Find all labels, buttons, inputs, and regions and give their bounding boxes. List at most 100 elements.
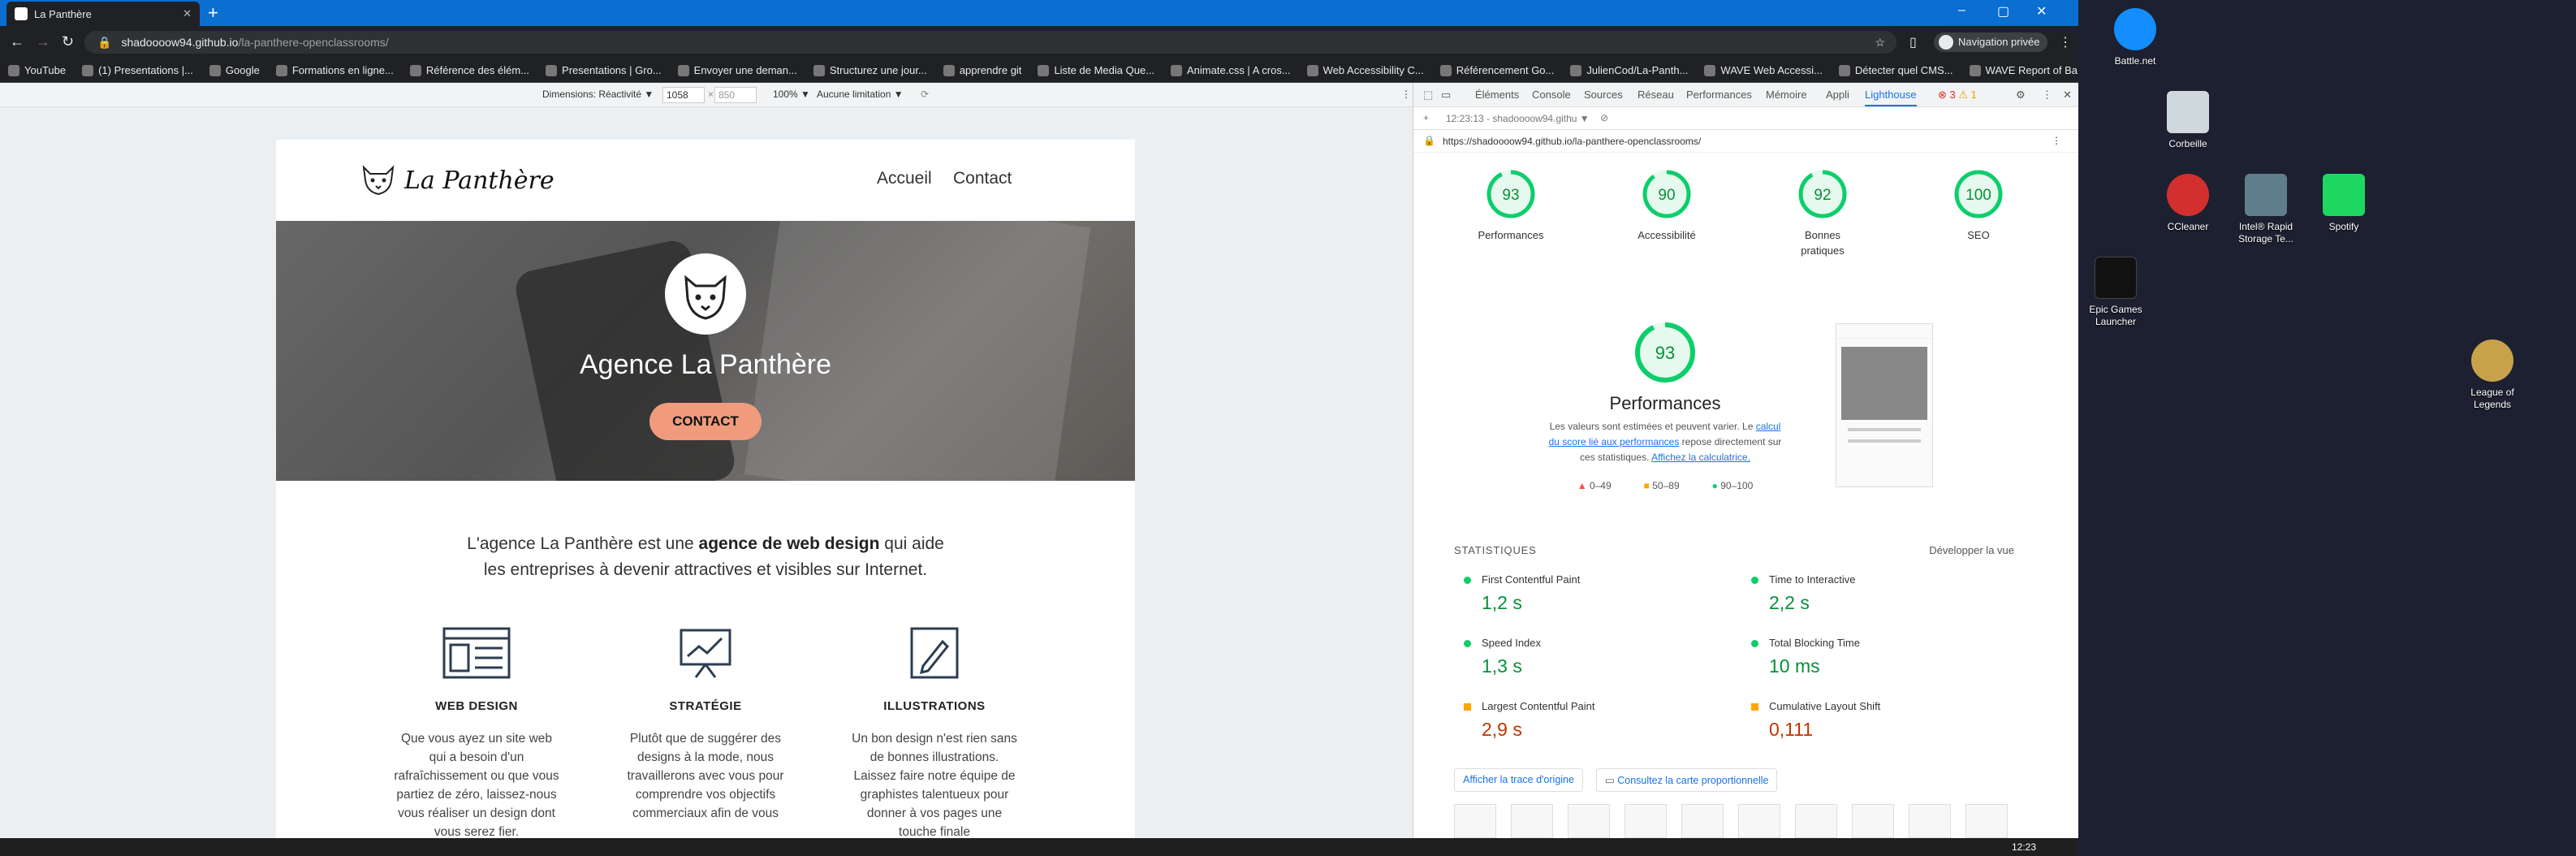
bookmark-item[interactable]: WAVE Report of Ba...	[1969, 64, 2078, 76]
bookmark-item[interactable]: Formations en ligne...	[275, 64, 394, 76]
error-count[interactable]: ⊗ 3 ⚠ 1	[1938, 89, 1977, 102]
times-icon: ×	[708, 89, 714, 100]
bookmark-item[interactable]: Détecter quel CMS...	[1838, 64, 1953, 76]
tab-lighthouse[interactable]: Lighthouse	[1865, 89, 1917, 106]
add-icon[interactable]: +	[1423, 112, 1429, 123]
close-tab-icon[interactable]: ✕	[183, 7, 192, 20]
final-screenshot-thumbnail[interactable]	[1836, 323, 1933, 487]
throttle-select[interactable]: Aucune limitation ▼	[817, 89, 904, 100]
desktop-icon-intel-rst[interactable]: Intel® Rapid Storage Te...	[2233, 174, 2298, 245]
bookmark-item[interactable]: Presentations | Gro...	[546, 64, 662, 76]
device-icon[interactable]: ▭	[1441, 89, 1451, 102]
metric-item: Total Blocking Time 10 ms	[1751, 637, 2019, 677]
tab-elements[interactable]: Éléments	[1475, 89, 1519, 101]
bookmark-item[interactable]: Envoyer une deman...	[677, 64, 797, 76]
bookmark-item[interactable]: Référencement Go...	[1439, 64, 1555, 76]
big-gauge-value: 93	[1655, 343, 1675, 363]
bookmark-label: Formations en ligne...	[291, 64, 394, 76]
desktop-icon-spotify[interactable]: Spotify	[2311, 174, 2376, 233]
tab-la-panthere[interactable]: La Panthère ✕	[6, 2, 200, 26]
reload-icon[interactable]: ↻	[62, 33, 74, 50]
inspect-icon[interactable]: ⬚	[1423, 89, 1433, 102]
score-gauge[interactable]: 93 Performances	[1470, 167, 1551, 243]
private-browsing-badge[interactable]: Navigation privée	[1934, 32, 2048, 52]
desktop-icon-league[interactable]: League of Legends	[2460, 339, 2525, 411]
feature-web-design: WEB DESIGN Que vous ayez un site web qui…	[391, 627, 562, 838]
metric-name: Total Blocking Time	[1751, 637, 2019, 649]
favicon-icon	[15, 7, 28, 20]
bookmark-label: apprendre git	[959, 64, 1022, 76]
bookmark-item[interactable]: (1) Presentations |...	[82, 64, 193, 76]
report-selector[interactable]: 12:23:13 - shadoooow94.githu ▼	[1446, 113, 1590, 124]
minimize-button[interactable]: –	[1958, 3, 1965, 18]
bookmark-item[interactable]: JulienCod/La-Panth...	[1570, 64, 1688, 76]
tab-application[interactable]: Appli	[1826, 89, 1849, 101]
hero-contact-button[interactable]: CONTACT	[649, 403, 762, 440]
bookmark-label: Référencement Go...	[1456, 64, 1555, 76]
metric-item: Largest Contentful Paint 2,9 s	[1464, 700, 1732, 741]
back-icon[interactable]: ←	[10, 33, 24, 50]
rotate-icon[interactable]: ⟳	[921, 89, 929, 100]
thumb-hero	[1841, 347, 1927, 420]
tab-memory[interactable]: Mémoire	[1766, 89, 1807, 101]
intro-line2: les entreprises à devenir attractives et…	[483, 560, 928, 579]
view-trace-button[interactable]: Afficher la trace d'origine	[1454, 768, 1583, 792]
desktop-icon-battlenet[interactable]: Battle.net	[2103, 8, 2168, 67]
score-gauge[interactable]: 92 Bonnes pratiques	[1782, 167, 1863, 258]
maximize-button[interactable]: ▢	[1997, 3, 2009, 19]
panther-logo-icon	[362, 165, 395, 196]
clear-icon[interactable]: ⊘	[1600, 112, 1608, 123]
more-icon[interactable]: ⋮	[1401, 89, 1411, 100]
forward-icon[interactable]: →	[36, 33, 50, 50]
desktop-icon-epic-games[interactable]: Epic Games Launcher	[2083, 257, 2148, 328]
menu-icon[interactable]: ⋮	[2059, 34, 2072, 50]
ccleaner-icon	[2167, 174, 2209, 216]
close-window-button[interactable]: ✕	[2036, 3, 2047, 19]
tab-network[interactable]: Réseau	[1638, 89, 1674, 101]
new-tab-button[interactable]: +	[208, 3, 218, 23]
tab-sources[interactable]: Sources	[1584, 89, 1623, 101]
dimensions-select[interactable]: Dimensions: Réactivité ▼	[542, 89, 654, 100]
bookmark-item[interactable]: Référence des élém...	[409, 64, 529, 76]
bookmark-favicon-icon	[1306, 64, 1318, 76]
metric-name: Largest Contentful Paint	[1464, 700, 1732, 712]
bookmark-item[interactable]: YouTube	[8, 64, 66, 76]
sidepanel-icon[interactable]: ▯	[1909, 34, 1917, 50]
close-devtools-icon[interactable]: ✕	[2063, 89, 2072, 102]
more-icon[interactable]: ⋮	[2042, 89, 2052, 102]
bookmark-item[interactable]: Google	[209, 64, 260, 76]
width-input[interactable]: 1058	[662, 87, 705, 103]
settings-gear-icon[interactable]: ⚙	[2016, 89, 2026, 102]
bookmark-item[interactable]: apprendre git	[943, 64, 1022, 76]
treemap-button[interactable]: ▭ Consultez la carte proportionnelle	[1595, 768, 1778, 792]
score-gauge[interactable]: 90 Accessibilité	[1626, 167, 1707, 243]
bookmark-item[interactable]: Liste de Media Que...	[1038, 64, 1154, 76]
bookmark-item[interactable]: Structurez une jour...	[813, 64, 927, 76]
bookmark-item[interactable]: Animate.css | A cros...	[1171, 64, 1291, 76]
score-gauge[interactable]: 100 SEO	[1938, 167, 2019, 243]
desktop-icon-ccleaner[interactable]: CCleaner	[2155, 174, 2220, 233]
report-menu-icon[interactable]: ⋮	[2052, 135, 2061, 146]
expand-view-link[interactable]: Développer la vue	[1929, 544, 2014, 556]
calculator-link[interactable]: Affichez la calculatrice.	[1651, 452, 1750, 463]
nav-contact[interactable]: Contact	[953, 169, 1012, 188]
desktop-icon-recycle-bin[interactable]: Corbeille	[2155, 91, 2220, 150]
statistics-label: STATISTIQUES	[1454, 544, 1537, 556]
bookmark-item[interactable]: WAVE Web Accessi...	[1704, 64, 1823, 76]
performance-title: Performances	[1609, 393, 1721, 413]
star-icon[interactable]: ☆	[1875, 36, 1885, 50]
site-logo[interactable]: La Panthère	[360, 164, 554, 197]
nav-accueil[interactable]: Accueil	[877, 169, 932, 188]
zoom-select[interactable]: 100% ▼	[773, 89, 810, 100]
bookmark-label: Presentations | Gro...	[562, 64, 662, 76]
tab-console[interactable]: Console	[1532, 89, 1571, 101]
desktop-icon-label: Epic Games Launcher	[2089, 304, 2142, 327]
bookmark-item[interactable]: Web Accessibility C...	[1306, 64, 1424, 76]
performance-description: Les valeurs sont estimées et peuvent var…	[1543, 419, 1787, 465]
height-input[interactable]: 850	[714, 87, 757, 103]
tab-performance[interactable]: Performances	[1686, 89, 1752, 101]
bookmark-label: Structurez une jour...	[829, 64, 927, 76]
report-url[interactable]: https://shadoooow94.github.io/la-panther…	[1443, 136, 1701, 147]
bookmark-favicon-icon	[1969, 64, 1981, 76]
address-bar[interactable]: 🔒 shadoooow94.github.io/la-panthere-open…	[84, 31, 1896, 54]
